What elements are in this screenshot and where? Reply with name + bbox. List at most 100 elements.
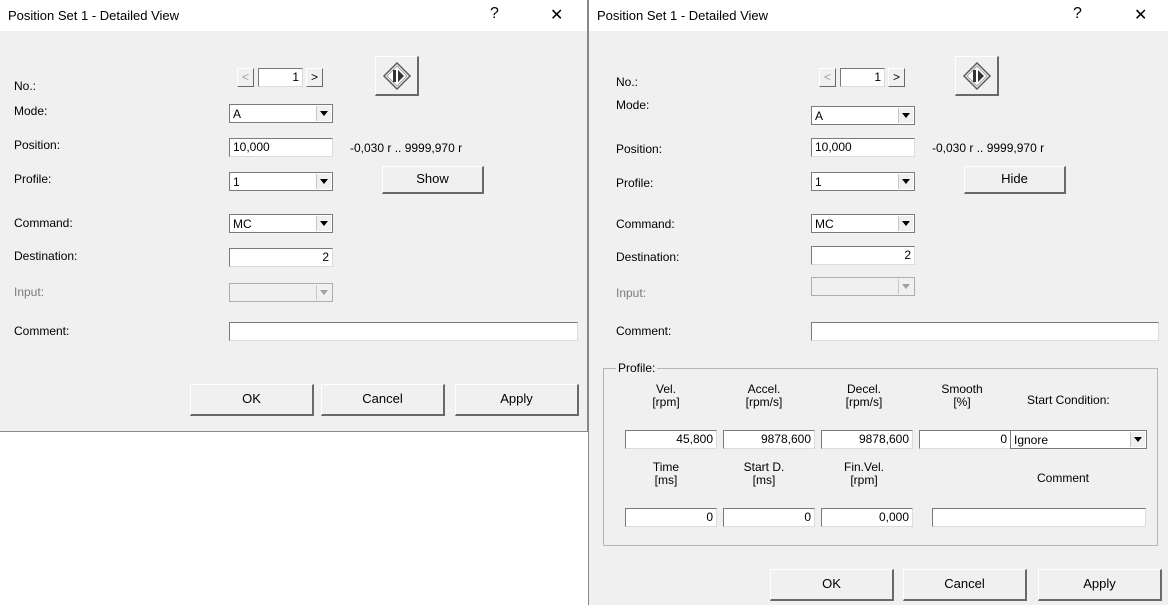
accel-input[interactable]: 9878,600: [723, 430, 815, 449]
smooth-input[interactable]: 0: [919, 430, 1011, 449]
start-condition-value: Ignore: [1014, 433, 1049, 447]
help-button[interactable]: ?: [1073, 5, 1082, 23]
ok-button[interactable]: OK: [190, 384, 314, 416]
cancel-button[interactable]: Cancel: [321, 384, 445, 416]
start-arrow-diamond-icon: [382, 61, 412, 91]
start-d-header-unit: [ms]: [752, 473, 776, 487]
apply-button[interactable]: Apply: [455, 384, 579, 416]
vel-header: Vel. [rpm]: [626, 383, 706, 409]
chevron-down-icon: [898, 108, 913, 123]
close-button[interactable]: ✕: [1134, 5, 1147, 25]
position-input[interactable]: 10,000: [229, 138, 333, 157]
profile-select-value: 1: [233, 175, 240, 189]
fin-vel-header-unit: [rpm]: [850, 473, 878, 487]
profile-comment-input[interactable]: [932, 508, 1146, 527]
destination-label: Destination:: [616, 250, 680, 264]
chevron-down-icon: [1130, 432, 1145, 447]
window-title: Position Set 1 - Detailed View: [8, 8, 180, 23]
input-label: Input:: [14, 285, 45, 299]
mode-select[interactable]: A: [229, 104, 333, 123]
mode-select[interactable]: A: [811, 106, 915, 125]
smooth-header-unit: [%]: [953, 395, 971, 409]
decel-header: Decel. [rpm/s]: [822, 383, 906, 409]
command-label: Command:: [14, 216, 73, 230]
start-condition-header: Start Condition:: [1027, 393, 1110, 407]
ok-button[interactable]: OK: [770, 569, 894, 601]
decel-input[interactable]: 9878,600: [821, 430, 913, 449]
chevron-down-icon: [316, 285, 331, 300]
set-number-field[interactable]: 1: [258, 68, 303, 87]
next-set-button[interactable]: >: [888, 68, 905, 87]
prev-set-button[interactable]: <: [237, 68, 254, 87]
destination-input[interactable]: 2: [811, 246, 915, 265]
detailed-view-dialog-collapsed: Position Set 1 - Detailed View ? ✕ No.: …: [0, 0, 588, 432]
no-label: No.:: [14, 79, 37, 93]
prev-set-button[interactable]: <: [819, 68, 836, 87]
chevron-down-icon: [898, 216, 913, 231]
profile-select-value: 1: [815, 175, 822, 189]
start-d-header: Start D. [ms]: [722, 461, 806, 487]
input-select: [811, 277, 915, 296]
set-number-field[interactable]: 1: [840, 68, 885, 87]
input-select: [229, 283, 333, 302]
mode-select-value: A: [233, 107, 242, 121]
command-select[interactable]: MC: [811, 214, 915, 233]
close-button[interactable]: ✕: [550, 5, 563, 25]
time-header: Time [ms]: [626, 461, 706, 487]
chevron-down-icon: [316, 216, 331, 231]
fin-vel-header: Fin.Vel. [rpm]: [822, 461, 906, 487]
cancel-button[interactable]: Cancel: [903, 569, 1027, 601]
profile-comment-header: Comment: [1037, 471, 1090, 485]
time-input[interactable]: 0: [625, 508, 717, 527]
smooth-header: Smooth [%]: [920, 383, 1004, 409]
position-label: Position:: [14, 138, 61, 152]
chevron-down-icon: [898, 279, 913, 294]
profile-label: Profile:: [14, 172, 52, 186]
destination-label: Destination:: [14, 249, 78, 263]
detailed-view-dialog-expanded: Position Set 1 - Detailed View ? ✕ No.: …: [588, 0, 1168, 605]
comment-input[interactable]: [229, 322, 578, 341]
chevron-down-icon: [898, 174, 913, 189]
command-select-value: MC: [233, 217, 252, 231]
accel-header: Accel. [rpm/s]: [722, 383, 806, 409]
accel-header-unit: [rpm/s]: [745, 395, 783, 409]
position-input[interactable]: 10,000: [811, 138, 915, 157]
title-bar: Position Set 1 - Detailed View ? ✕: [589, 0, 1168, 31]
start-arrow-diamond-icon: [962, 61, 992, 91]
no-label: No.:: [616, 75, 639, 89]
mode-label: Mode:: [14, 104, 48, 118]
command-select-value: MC: [815, 217, 834, 231]
profile-select[interactable]: 1: [811, 172, 915, 191]
help-button[interactable]: ?: [490, 5, 499, 23]
apply-button[interactable]: Apply: [1038, 569, 1162, 601]
next-set-button[interactable]: >: [306, 68, 323, 87]
vel-input[interactable]: 45,800: [625, 430, 717, 449]
vel-header-unit: [rpm]: [652, 395, 680, 409]
profile-group-title: Profile:: [616, 361, 658, 375]
destination-input[interactable]: 2: [229, 248, 333, 267]
command-select[interactable]: MC: [229, 214, 333, 233]
chevron-down-icon: [316, 106, 331, 121]
position-label: Position:: [616, 142, 663, 156]
profile-label: Profile:: [616, 176, 654, 190]
start-d-input[interactable]: 0: [723, 508, 815, 527]
comment-input[interactable]: [811, 322, 1159, 341]
fin-vel-input[interactable]: 0,000: [821, 508, 913, 527]
comment-label: Comment:: [14, 324, 70, 338]
command-label: Command:: [616, 217, 675, 231]
position-range-text: -0,030 r .. 9999,970 r: [932, 141, 1045, 155]
start-button[interactable]: [375, 56, 419, 96]
input-label: Input:: [616, 286, 647, 300]
profile-select[interactable]: 1: [229, 172, 333, 191]
decel-header-unit: [rpm/s]: [845, 395, 883, 409]
start-button[interactable]: [955, 56, 999, 96]
position-range-text: -0,030 r .. 9999,970 r: [350, 141, 463, 155]
mode-label: Mode:: [616, 98, 650, 112]
show-profile-button[interactable]: Show: [382, 166, 484, 194]
hide-profile-button[interactable]: Hide: [964, 166, 1066, 194]
comment-label: Comment:: [616, 324, 672, 338]
start-condition-select[interactable]: Ignore: [1010, 430, 1147, 449]
chevron-down-icon: [316, 174, 331, 189]
time-header-unit: [ms]: [654, 473, 678, 487]
title-bar: Position Set 1 - Detailed View ? ✕: [0, 0, 587, 31]
